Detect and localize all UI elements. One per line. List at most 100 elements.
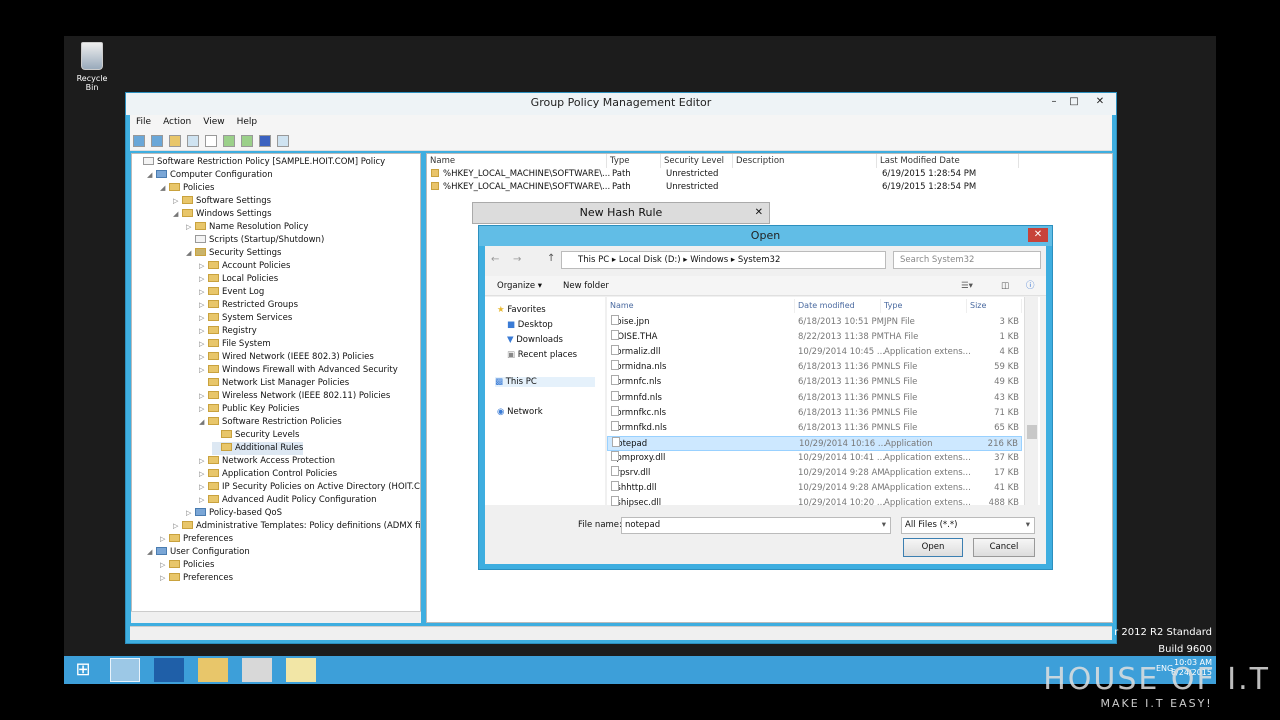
expand-arrow-icon[interactable]: ▷ [199,312,208,325]
forward-icon[interactable]: → [513,254,521,265]
menu-view[interactable]: View [197,115,230,129]
file-explorer-icon[interactable] [198,658,228,682]
tree-node[interactable]: ◢ Security Settings [186,247,281,260]
breadcrumb[interactable]: System32 [738,255,781,265]
expand-arrow-icon[interactable]: ◢ [147,546,156,559]
file-row[interactable]: NOISE.THA 8/22/2013 11:38 PM THA File 1 KB [607,330,1022,345]
tree-node[interactable]: Software Restriction Policy [SAMPLE.HOIT… [134,156,385,169]
tree-node[interactable]: ▷ Account Policies [199,260,290,273]
expand-arrow-icon[interactable]: ▷ [199,273,208,286]
file-type-filter[interactable]: All Files (*.*) ▾ [901,517,1035,534]
expand-arrow-icon[interactable]: ▷ [160,533,169,546]
organize-button[interactable]: Organize ▾ [497,276,542,296]
expand-arrow-icon[interactable]: ▷ [199,494,208,507]
tree-node[interactable]: ▷ Advanced Audit Policy Configuration [199,494,376,507]
tree-node[interactable]: Security Levels [212,429,299,442]
chevron-down-icon[interactable]: ▾ [1026,518,1030,533]
file-name-input[interactable]: notepad ▾ [621,517,891,534]
tree-node[interactable]: ▷ Local Policies [199,273,278,286]
up-icon[interactable]: ↑ [547,253,555,264]
recycle-bin[interactable]: Recycle Bin [70,42,114,92]
properties-icon[interactable] [205,135,217,147]
view-icon[interactable] [277,135,289,147]
back-icon[interactable] [133,135,145,147]
expand-arrow-icon[interactable]: ▷ [199,299,208,312]
open-dialog-close-button[interactable]: ✕ [1028,228,1048,242]
tree-node[interactable]: ▷ Windows Firewall with Advanced Security [199,364,398,377]
expand-arrow-icon[interactable]: ▷ [199,260,208,273]
col-file-type[interactable]: Type [881,299,967,313]
file-row[interactable]: nrpsrv.dll 10/29/2014 9:28 AM Application … [607,466,1022,481]
expand-arrow-icon[interactable]: ▷ [199,403,208,416]
tree-node[interactable]: Additional Rules [212,442,304,455]
tree-node[interactable]: ▷ Public Key Policies [199,403,299,416]
expand-arrow-icon[interactable]: ▷ [199,286,208,299]
file-row[interactable]: normnfkd.nls 6/18/2013 11:36 PM NLS File 65… [607,420,1022,436]
tree-node[interactable]: ▷ Registry [199,325,257,338]
open-dialog-titlebar[interactable]: Open [479,226,1052,246]
nav-network[interactable]: ◉ Network [497,407,543,417]
tree-node[interactable]: ▷ Application Control Policies [199,468,337,481]
expand-arrow-icon[interactable]: ◢ [186,247,195,260]
group-policy-icon[interactable] [242,658,272,682]
file-row[interactable]: normaliz.dll 10/29/2014 10:45 ... Applicat… [607,345,1022,360]
server-manager-icon[interactable] [110,658,140,682]
table-row[interactable]: %HKEY_LOCAL_MACHINE\SOFTWARE\... Path Unre… [431,169,1111,179]
file-row[interactable]: normnfc.nls 6/18/2013 11:36 PM NLS File 49 … [607,375,1022,390]
view-options-icon[interactable]: ☰▾ [961,276,973,296]
file-row[interactable]: notepad 10/29/2014 10:16 ... Application 21… [607,435,1022,451]
tree-node[interactable]: ▷ IP Security Policies on Active Director… [199,481,420,494]
tree-node[interactable]: ◢ Computer Configuration [147,169,273,182]
cancel-button[interactable]: Cancel [973,538,1035,557]
forward-icon[interactable] [151,135,163,147]
refresh-icon[interactable] [223,135,235,147]
tree-node[interactable]: ▷ Restricted Groups [199,299,298,312]
menu-help[interactable]: Help [231,115,264,129]
chevron-down-icon[interactable]: ▾ [882,518,886,533]
table-row[interactable]: %HKEY_LOCAL_MACHINE\SOFTWARE\... Path Unre… [431,182,1111,192]
file-row[interactable]: normnfd.nls 6/18/2013 11:36 PM NLS File 43 … [607,390,1022,406]
breadcrumb[interactable]: Windows [690,255,728,265]
file-list-scrollbar[interactable] [1024,297,1038,505]
tree-node[interactable]: ▷ Policies [160,559,214,572]
new-folder-button[interactable]: New folder [563,276,609,296]
open-button[interactable]: Open [903,538,963,557]
powershell-icon[interactable] [154,658,184,682]
expand-arrow-icon[interactable]: ▷ [199,390,208,403]
nav-favorites[interactable]: ★ Favorites [497,305,546,315]
tree-node[interactable]: ▷ Software Settings [173,195,271,208]
col-date-modified[interactable]: Date modified [795,299,881,313]
tree-node[interactable]: ▷ Preferences [160,572,233,585]
menu-file[interactable]: File [130,115,157,129]
tree-node[interactable]: ◢ Policies [160,182,214,195]
tree-node[interactable]: ▷ Wireless Network (IEEE 802.11) Policies [199,390,390,403]
file-row[interactable]: normnfkc.nls 6/18/2013 11:36 PM NLS File 71… [607,405,1022,421]
expand-arrow-icon[interactable]: ◢ [199,416,208,429]
minimize-button[interactable]: – [1044,95,1064,109]
scroll-thumb[interactable] [1027,425,1037,439]
tree-node[interactable]: Scripts (Startup/Shutdown) [186,234,324,247]
export-icon[interactable] [241,135,253,147]
show-tree-icon[interactable] [187,135,199,147]
tree-node[interactable]: ▷ Wired Network (IEEE 802.3) Policies [199,351,374,364]
tree-node[interactable]: ◢ Windows Settings [173,208,272,221]
help-icon[interactable]: ⓘ [1026,276,1035,296]
col-name[interactable]: Name [427,154,607,168]
file-row[interactable]: normidna.nls 6/18/2013 11:36 PM NLS File 59… [607,360,1022,375]
expand-arrow-icon[interactable]: ▷ [199,364,208,377]
window-titlebar[interactable]: Group Policy Management Editor [126,93,1116,115]
close-button[interactable]: ✕ [1090,95,1110,109]
tree-node[interactable]: ◢ User Configuration [147,546,250,559]
col-type[interactable]: Type [607,154,661,168]
tree-node[interactable]: ▷ Network Access Protection [199,455,335,468]
expand-arrow-icon[interactable]: ▷ [199,338,208,351]
col-security-level[interactable]: Security Level [661,154,733,168]
nav-this-pc[interactable]: ▩ This PC [495,377,595,387]
tree-node[interactable]: ◢ Software Restriction Policies [199,416,342,429]
tree-node[interactable]: ▷ Event Log [199,286,264,299]
col-last-modified[interactable]: Last Modified Date [877,154,1019,168]
expand-arrow-icon[interactable]: ▷ [173,520,182,533]
address-bar[interactable]: This PC ▸ Local Disk (D:) ▸ Windows ▸ Sy… [561,251,886,269]
expand-arrow-icon[interactable]: ◢ [147,169,156,182]
tree-node[interactable]: ▷ Administrative Templates: Policy defini… [173,520,420,533]
